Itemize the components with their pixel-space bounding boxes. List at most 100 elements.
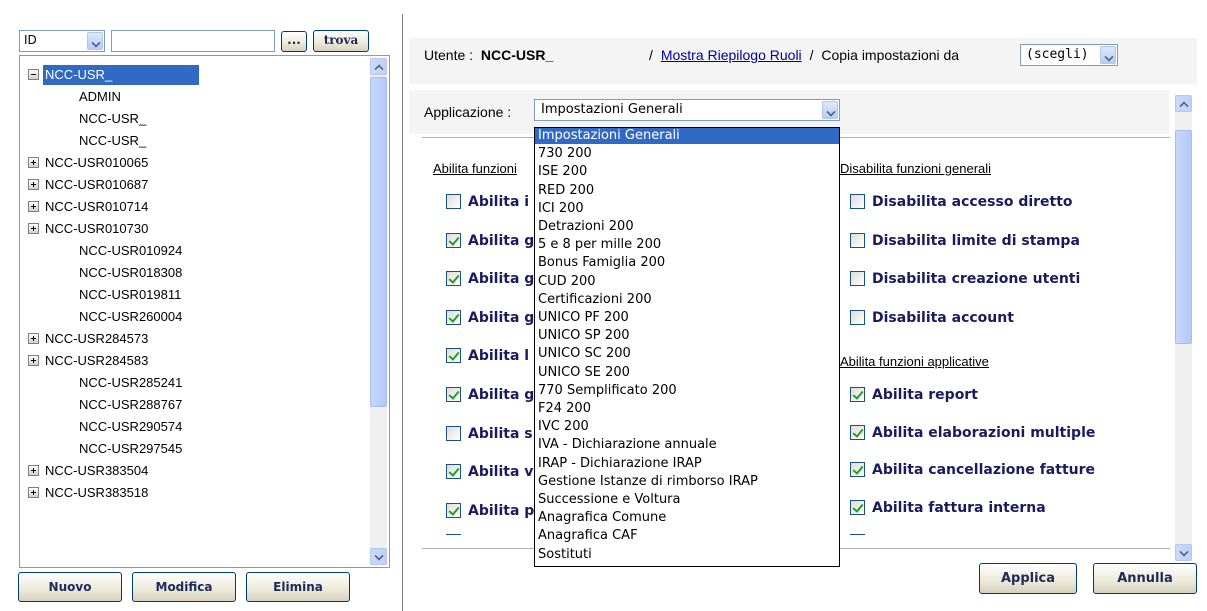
chevron-down-icon[interactable] — [1100, 46, 1116, 64]
application-option[interactable]: Impostazioni Generali — [535, 128, 839, 144]
application-option[interactable]: ICI 200 — [535, 201, 839, 217]
tree-item[interactable]: NCC-USR297545 — [20, 438, 365, 460]
application-option[interactable]: IRAP - Dichiarazione IRAP — [535, 456, 839, 472]
tree-item[interactable]: NCC-USR010687 — [20, 174, 365, 196]
checkbox-checked[interactable] — [446, 464, 461, 480]
cancel-button[interactable]: Annulla — [1093, 563, 1197, 594]
setting-label: Disabilita limite di stampa — [872, 232, 1080, 249]
scroll-thumb[interactable] — [370, 77, 387, 407]
expand-icon[interactable] — [28, 333, 39, 344]
expand-icon[interactable] — [28, 201, 39, 212]
application-option[interactable]: Anagrafica Comune — [535, 510, 839, 526]
application-option[interactable]: ISE 200 — [535, 164, 839, 180]
tree-item[interactable]: NCC-USR019811 — [20, 284, 365, 306]
collapse-icon[interactable] — [28, 69, 39, 80]
tree-item-label: NCC-USR284573 — [45, 331, 149, 346]
application-select[interactable]: Impostazioni Generali — [534, 99, 840, 121]
tree-item[interactable]: NCC-USR010924 — [20, 240, 365, 262]
application-option[interactable]: Bonus Famiglia 200 — [535, 255, 839, 271]
checkbox-checked[interactable] — [446, 271, 461, 287]
application-option[interactable]: UNICO PF 200 — [535, 310, 839, 326]
tree-item[interactable]: NCC-USR284573 — [20, 328, 365, 350]
edit-button[interactable]: Modifica — [132, 572, 236, 602]
settings-scrollbar[interactable] — [1175, 95, 1192, 561]
application-option[interactable]: CUD 200 — [535, 274, 839, 290]
application-option[interactable]: 5 e 8 per mille 200 — [535, 237, 839, 253]
application-option[interactable]: IVA - Dichiarazione annuale — [535, 437, 839, 453]
chevron-down-icon[interactable] — [822, 101, 838, 119]
checkbox-unchecked[interactable] — [850, 194, 865, 209]
checkbox-checked[interactable] — [850, 499, 865, 515]
application-option[interactable]: RED 200 — [535, 183, 839, 199]
ellipsis-button[interactable]: ... — [281, 31, 307, 52]
checkbox-unchecked[interactable] — [446, 194, 461, 209]
scroll-down-button[interactable] — [370, 548, 387, 565]
tree-item[interactable]: NCC-USR010730 — [20, 218, 365, 240]
tree-item[interactable]: NCC-USR_ — [20, 108, 365, 130]
tree-item[interactable]: NCC-USR383504 — [20, 460, 365, 482]
expand-icon[interactable] — [28, 223, 39, 234]
expand-icon[interactable] — [28, 465, 39, 476]
checkbox-checked[interactable] — [446, 387, 461, 402]
application-option[interactable]: Anagrafica CAF — [535, 528, 839, 544]
checkbox-unchecked[interactable] — [850, 309, 865, 325]
expand-icon[interactable] — [28, 355, 39, 366]
find-button[interactable]: trova — [313, 30, 369, 52]
scroll-down-button[interactable] — [1175, 544, 1192, 561]
tree-item-label: NCC-USR010924 — [79, 243, 183, 258]
tree-item-label: NCC-USR010730 — [45, 221, 149, 236]
scroll-thumb[interactable] — [1175, 130, 1192, 344]
new-button[interactable]: Nuovo — [18, 572, 122, 602]
application-option[interactable]: 730 200 — [535, 146, 839, 162]
tree-item[interactable]: NCC-USR284583 — [20, 350, 365, 372]
expand-icon[interactable] — [28, 487, 39, 498]
tree-item[interactable]: NCC-USR260004 — [20, 306, 365, 328]
application-option[interactable]: UNICO SC 200 — [535, 346, 839, 362]
search-field-select[interactable]: ID — [19, 30, 105, 52]
application-option[interactable]: Gestione Istanze di rimborso IRAP — [535, 474, 839, 490]
setting-label: Abilita g — [468, 271, 535, 288]
scroll-up-button[interactable] — [1175, 95, 1192, 112]
checkbox-unchecked[interactable] — [850, 271, 865, 287]
tree-scrollbar[interactable] — [370, 58, 387, 565]
expand-icon[interactable] — [28, 179, 39, 190]
checkbox-checked[interactable] — [446, 232, 461, 248]
roles-summary-link[interactable]: Mostra Riepilogo Ruoli — [661, 47, 802, 63]
application-option[interactable]: Successione e Voltura — [535, 492, 839, 508]
checkbox-checked[interactable] — [850, 424, 865, 440]
tree-item[interactable]: ADMIN — [20, 86, 365, 108]
checkbox-checked[interactable] — [446, 309, 461, 325]
tree-item[interactable]: NCC-USR383518 — [20, 482, 365, 504]
checkbox-unchecked[interactable] — [446, 425, 461, 441]
copy-settings-select[interactable]: (scegli) — [1020, 44, 1118, 66]
application-option[interactable]: IVC 200 — [535, 419, 839, 435]
checkbox-checked[interactable] — [850, 387, 865, 402]
tree-item[interactable]: NCC-USR_ — [20, 130, 365, 152]
setting-label: Abilita g — [468, 232, 535, 249]
application-option[interactable]: Certificazioni 200 — [535, 292, 839, 308]
application-option[interactable]: UNICO SP 200 — [535, 328, 839, 344]
application-option[interactable]: Detrazioni 200 — [535, 219, 839, 235]
tree-item[interactable]: NCC-USR290574 — [20, 416, 365, 438]
chevron-down-icon[interactable] — [87, 32, 103, 50]
tree-item[interactable]: NCC-USR285241 — [20, 372, 365, 394]
scroll-up-button[interactable] — [370, 58, 387, 75]
checkbox-checked[interactable] — [850, 462, 865, 477]
tree-item-label: NCC-USR010687 — [45, 177, 149, 192]
checkbox-checked[interactable] — [446, 348, 461, 364]
checkbox-checked[interactable] — [446, 502, 461, 518]
application-option[interactable]: 770 Semplificato 200 — [535, 383, 839, 399]
expand-icon[interactable] — [28, 157, 39, 168]
tree-item[interactable]: NCC-USR010714 — [20, 196, 365, 218]
tree-item[interactable]: NCC-USR018308 — [20, 262, 365, 284]
tree-item[interactable]: NCC-USR288767 — [20, 394, 365, 416]
application-option[interactable]: F24 200 — [535, 401, 839, 417]
checkbox-unchecked[interactable] — [850, 232, 865, 248]
application-option[interactable]: Sostituti — [535, 547, 839, 563]
application-dropdown-list[interactable]: Impostazioni Generali 730 200 ISE 200 RED 2… — [534, 127, 840, 567]
application-option[interactable]: UNICO SE 200 — [535, 365, 839, 381]
apply-button[interactable]: Applica — [979, 563, 1077, 594]
search-input[interactable] — [111, 30, 275, 52]
delete-button[interactable]: Elimina — [246, 572, 350, 602]
tree-item[interactable]: NCC-USR010065 — [20, 152, 365, 174]
